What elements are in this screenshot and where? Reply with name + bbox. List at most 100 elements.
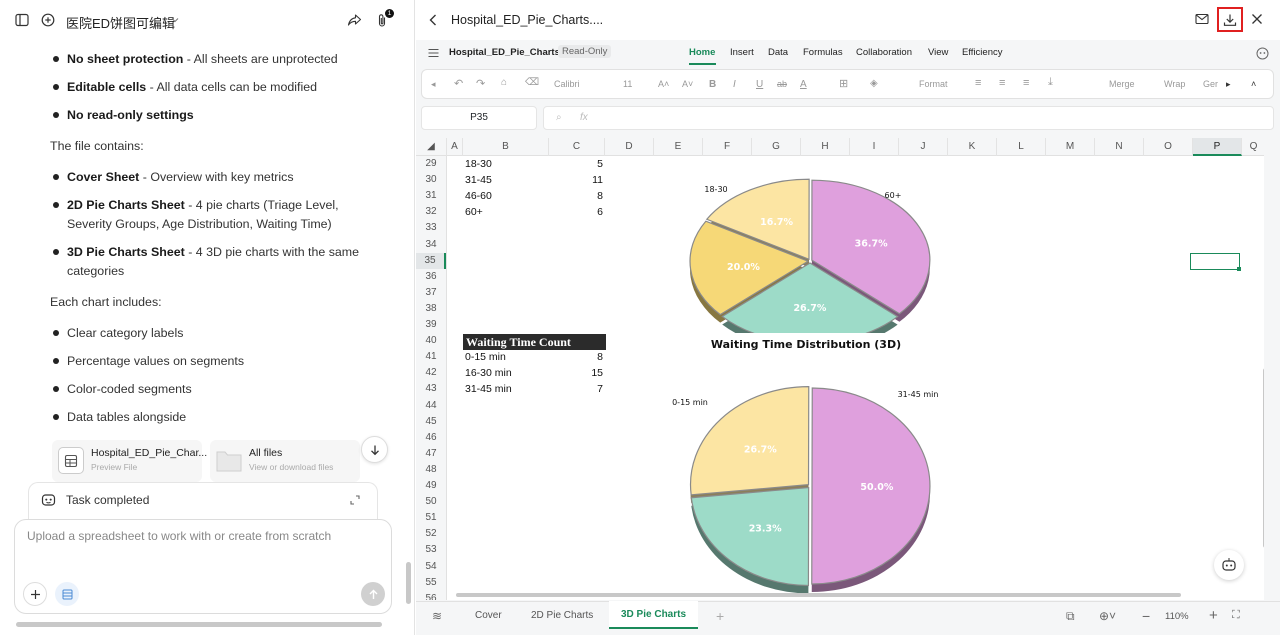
scroll-down-button[interactable] — [361, 436, 388, 463]
table-cell[interactable]: 15 — [549, 365, 603, 381]
horizontal-scrollbar[interactable] — [456, 593, 1181, 597]
spreadsheet-grid[interactable]: ◢ ABCDEFGHIJKLMNOPQ 29 30 31 32 33 34 35 36 37 38… — [416, 138, 1264, 600]
align-right-icon[interactable]: ≡ — [1023, 77, 1029, 89]
row-header-56[interactable]: 56 — [416, 591, 446, 600]
column-header-k[interactable]: K — [948, 138, 997, 156]
collapse-left-icon[interactable]: ◂ — [431, 79, 436, 90]
tab-formulas[interactable]: Formulas — [803, 47, 843, 58]
file-card-all-files[interactable]: All files View or download files — [210, 440, 360, 482]
format-button[interactable]: Format — [919, 79, 948, 89]
sheet-tab-2d-pie[interactable]: 2D Pie Charts — [531, 602, 593, 630]
undo-icon[interactable]: ↶ — [454, 77, 463, 90]
row-header-32[interactable]: 32 — [416, 204, 446, 220]
bold-icon[interactable]: B — [709, 79, 716, 90]
row-header-40[interactable]: 40 — [416, 333, 446, 349]
left-horizontal-scrollbar[interactable] — [16, 622, 382, 627]
row-header-31[interactable]: 31 — [416, 188, 446, 204]
table-cell[interactable]: 5 — [549, 156, 603, 172]
row-header-48[interactable]: 48 — [416, 462, 446, 478]
underline-icon[interactable]: U — [756, 79, 763, 90]
column-header-d[interactable]: D — [605, 138, 654, 156]
row-header-29[interactable]: 29 — [416, 156, 446, 172]
formula-input[interactable]: ⌕ fx — [543, 106, 1274, 130]
column-header-b[interactable]: B — [463, 138, 549, 156]
table-cell[interactable]: 60+ — [465, 204, 483, 220]
row-header-55[interactable]: 55 — [416, 575, 446, 591]
sheet-view-icon[interactable]: ⧉ — [1066, 609, 1075, 624]
column-header-g[interactable]: G — [752, 138, 801, 156]
row-header-36[interactable]: 36 — [416, 269, 446, 285]
column-header-o[interactable]: O — [1144, 138, 1193, 156]
new-chat-icon[interactable] — [41, 13, 55, 27]
number-format-select[interactable]: Ger — [1203, 79, 1218, 89]
column-header-j[interactable]: J — [899, 138, 948, 156]
tab-data[interactable]: Data — [768, 47, 788, 58]
zoom-level[interactable]: 110% — [1165, 611, 1189, 622]
tab-efficiency[interactable]: Efficiency — [962, 47, 1002, 58]
send-button[interactable] — [361, 582, 385, 606]
select-all-corner[interactable]: ◢ — [416, 138, 447, 156]
row-header-51[interactable]: 51 — [416, 510, 446, 526]
align-center-icon[interactable]: ≡ — [999, 77, 1005, 89]
align-left-icon[interactable]: ≡ — [975, 77, 981, 89]
vertical-align-icon[interactable]: ⤓ — [1048, 76, 1053, 89]
row-header-43[interactable]: 43 — [416, 381, 446, 397]
globe-icon[interactable]: ⊕˅ — [1099, 609, 1116, 623]
row-header-49[interactable]: 49 — [416, 478, 446, 494]
wait-pie-chart[interactable]: 26.7% 0-15 min 50.0% 23.3% 31-45 min — [672, 386, 938, 594]
spreadsheet-mode-button[interactable] — [55, 582, 79, 606]
message-input[interactable]: Upload a spreadsheet to work with or cre… — [27, 529, 331, 543]
row-header-38[interactable]: 38 — [416, 301, 446, 317]
table-cell[interactable]: 7 — [549, 381, 603, 397]
column-header-a[interactable]: A — [447, 138, 463, 156]
column-header-n[interactable]: N — [1095, 138, 1144, 156]
pie-slice-0-15 min[interactable] — [689, 386, 810, 496]
chat-title[interactable]: 医院ED饼图可编辑 — [66, 13, 175, 32]
table-cell[interactable]: 0-15 min — [465, 349, 506, 365]
assistant-icon[interactable] — [1256, 47, 1269, 60]
redo-icon[interactable]: ↷ — [476, 77, 485, 90]
borders-icon[interactable]: ⊞ — [839, 77, 848, 90]
clear-format-icon[interactable]: ⌫ — [525, 77, 539, 88]
tab-collaboration[interactable]: Collaboration — [856, 47, 912, 58]
sheet-tab-cover[interactable]: Cover — [475, 602, 502, 630]
row-header-46[interactable]: 46 — [416, 430, 446, 446]
close-icon[interactable] — [1251, 13, 1263, 25]
decrease-font-icon[interactable]: A˅ — [682, 79, 693, 89]
add-button[interactable] — [23, 582, 47, 606]
selected-cell[interactable] — [1190, 253, 1240, 270]
table-cell[interactable]: 18-30 — [465, 156, 492, 172]
table-cell[interactable]: 31-45 min — [465, 381, 512, 397]
font-color-icon[interactable]: A — [800, 79, 807, 90]
column-header-q[interactable]: Q — [1242, 138, 1264, 156]
row-header-34[interactable]: 34 — [416, 237, 446, 253]
share-icon[interactable] — [347, 13, 362, 27]
row-header-45[interactable]: 45 — [416, 414, 446, 430]
add-sheet-icon[interactable]: + — [716, 608, 724, 624]
expand-icon[interactable] — [350, 495, 360, 505]
table-cell[interactable]: 6 — [549, 204, 603, 220]
file-card-preview[interactable]: Hospital_ED_Pie_Char... Preview File — [52, 440, 207, 482]
row-header-37[interactable]: 37 — [416, 285, 446, 301]
chevron-down-icon[interactable] — [171, 16, 179, 24]
table-cell[interactable]: 16-30 min — [465, 365, 512, 381]
table-cell[interactable]: 8 — [549, 188, 603, 204]
pie-slice-31-45 min[interactable] — [690, 486, 810, 587]
back-icon[interactable] — [428, 13, 438, 27]
assistant-float-button[interactable] — [1214, 550, 1244, 580]
row-header-35[interactable]: 35 — [416, 252, 446, 269]
column-header-h[interactable]: H — [801, 138, 850, 156]
sheet-tab-3d-pie[interactable]: 3D Pie Charts — [609, 601, 698, 629]
zoom-in-icon[interactable]: + — [1209, 607, 1218, 624]
italic-icon[interactable]: I — [733, 79, 736, 90]
font-size-select[interactable]: 11 — [623, 79, 632, 89]
row-header-47[interactable]: 47 — [416, 446, 446, 462]
left-scrollbar[interactable] — [406, 562, 411, 604]
column-header-l[interactable]: L — [997, 138, 1046, 156]
row-header-53[interactable]: 53 — [416, 542, 446, 558]
fill-handle[interactable] — [1237, 267, 1241, 271]
fullscreen-icon[interactable]: ⛶ — [1232, 609, 1240, 622]
row-header-30[interactable]: 30 — [416, 172, 446, 188]
menu-icon[interactable] — [428, 48, 439, 58]
table-cell[interactable]: 11 — [549, 172, 603, 188]
